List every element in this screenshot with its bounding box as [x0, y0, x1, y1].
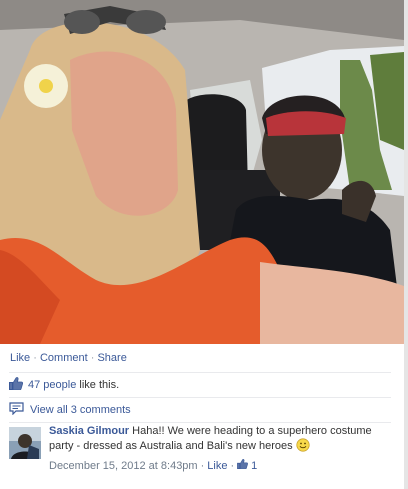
post-photo-image — [0, 0, 404, 344]
comment-timestamp[interactable]: December 15, 2012 at 8:43pm — [49, 460, 198, 473]
view-all-comments-link[interactable]: View all 3 comments — [30, 404, 131, 416]
likes-suffix: like this. — [79, 379, 120, 391]
comment-item: Saskia Gilmour Haha!! We were heading to… — [9, 425, 399, 485]
comment-link[interactable]: Comment — [40, 352, 88, 364]
share-link[interactable]: Share — [97, 352, 126, 364]
separator: · — [200, 459, 205, 472]
comment-icon — [9, 402, 24, 418]
avatar[interactable] — [9, 427, 41, 459]
comment-like-count[interactable]: 1 — [251, 460, 257, 473]
likes-row: 47 people like this. — [9, 375, 391, 395]
thumbs-up-icon — [9, 377, 24, 393]
divider — [9, 422, 391, 423]
post-photo[interactable] — [0, 0, 404, 344]
separator: · — [230, 459, 235, 472]
likers-link[interactable]: 47 people — [28, 379, 76, 391]
comment-meta: December 15, 2012 at 8:43pm · Like · 1 — [49, 459, 394, 473]
post-actions: Like · Comment · Share — [10, 352, 127, 364]
divider — [9, 397, 391, 398]
thumbs-up-icon — [237, 459, 249, 473]
separator: · — [90, 352, 95, 364]
view-all-comments-row[interactable]: View all 3 comments — [9, 400, 131, 420]
comment-body: Saskia Gilmour Haha!! We were heading to… — [49, 425, 394, 473]
comment-author-link[interactable]: Saskia Gilmour — [49, 425, 129, 437]
divider — [9, 372, 391, 373]
separator: · — [33, 352, 37, 364]
comment-like-link[interactable]: Like — [207, 460, 227, 473]
smiley-icon — [296, 438, 310, 456]
like-link[interactable]: Like — [10, 352, 30, 364]
right-border — [404, 0, 408, 489]
